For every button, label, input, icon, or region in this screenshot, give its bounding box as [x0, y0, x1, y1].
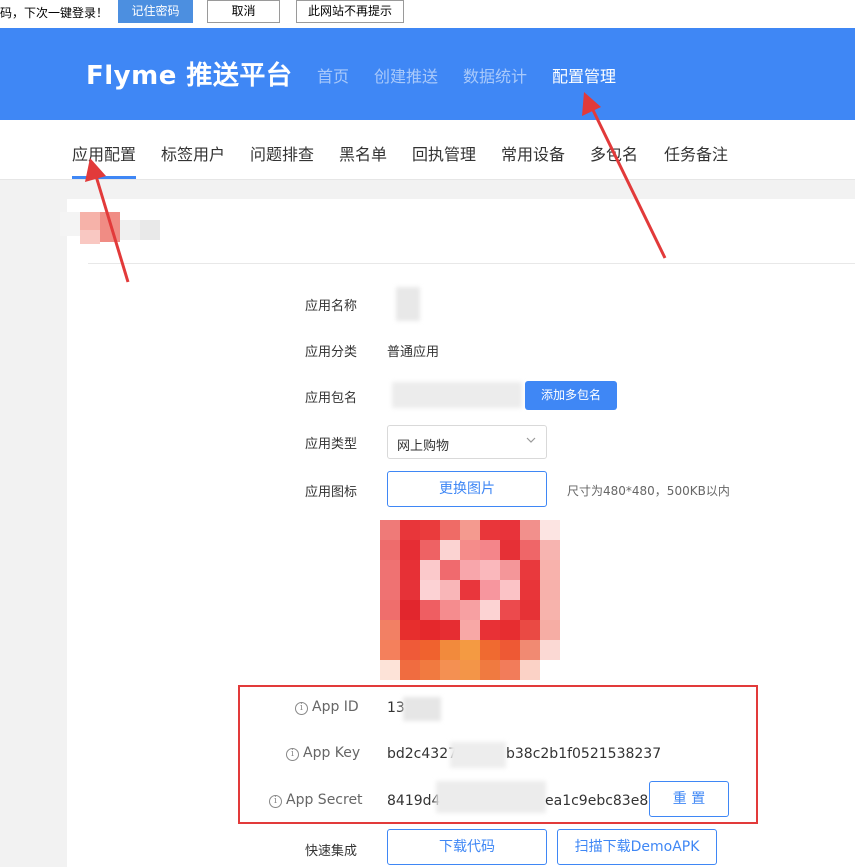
annotation-arrow-head	[582, 92, 601, 116]
annotation-arrow-head	[85, 158, 106, 182]
annotation-arrow-line	[94, 175, 130, 283]
annotation-arrows	[85, 92, 667, 283]
annotation-arrow-line	[590, 107, 667, 259]
